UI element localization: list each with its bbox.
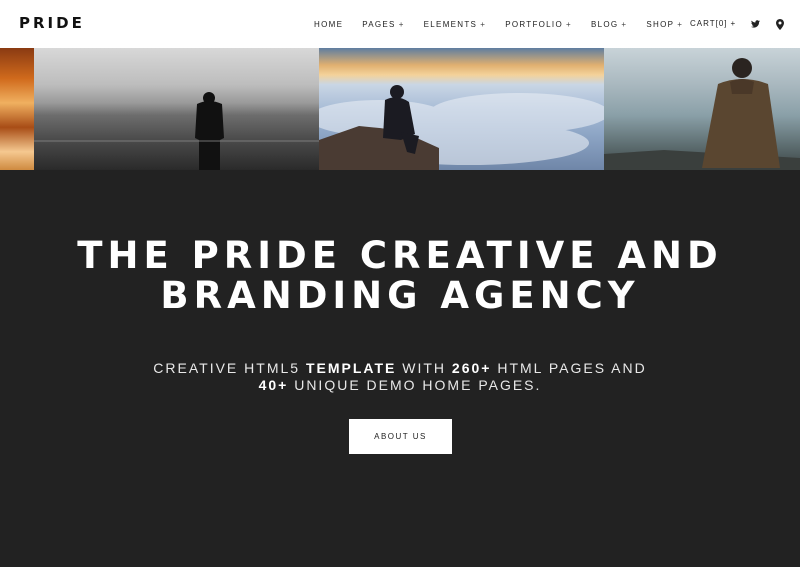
site-logo[interactable]: PRIDE	[19, 14, 85, 32]
nav-item-elements[interactable]: ELEMENTS +	[424, 20, 487, 29]
cart-label: CART[0]	[690, 19, 728, 28]
image-gallery-strip	[0, 48, 800, 170]
nav-item-blog[interactable]: BLOG +	[591, 20, 627, 29]
nav-item-label: BLOG	[590, 19, 619, 29]
hero-title-line: THE PRIDE CREATIVE AND	[77, 234, 723, 277]
hero-subtitle: CREATIVE HTML5 TEMPLATE WITH 260+ HTML P…	[0, 360, 800, 394]
subtitle-text: WITH	[396, 360, 452, 376]
subtitle-emphasis: TEMPLATE	[305, 360, 397, 376]
gallery-image-hill[interactable]	[604, 48, 800, 170]
gallery-image-sea[interactable]	[34, 48, 319, 170]
dropdown-plus-icon: +	[621, 19, 628, 29]
nav-item-portfolio[interactable]: PORTFOLIO +	[505, 20, 572, 29]
twitter-icon[interactable]	[748, 16, 762, 32]
nav-item-label: HOME	[314, 19, 344, 29]
nav-item-shop[interactable]: SHOP +	[646, 20, 683, 29]
dropdown-plus-icon: +	[565, 19, 572, 29]
subtitle-text: UNIQUE DEMO HOME PAGES.	[288, 377, 542, 393]
subtitle-emphasis: 260+	[451, 360, 492, 376]
hero-section: THE PRIDE CREATIVE AND BRANDING AGENCY C…	[0, 170, 800, 567]
hero-title-line: BRANDING AGENCY	[160, 274, 640, 317]
dropdown-plus-icon: +	[480, 19, 487, 29]
gallery-image-fire[interactable]	[0, 48, 34, 170]
nav-item-label: ELEMENTS	[423, 19, 478, 29]
nav-item-label: PORTFOLIO	[505, 19, 563, 29]
nav-item-label: PAGES	[362, 19, 396, 29]
person-in-sea-illustration	[34, 92, 319, 170]
map-marker-icon[interactable]	[773, 16, 787, 32]
nav-item-label: SHOP	[646, 19, 675, 29]
subtitle-text: HTML PAGES AND	[491, 360, 647, 376]
dropdown-plus-icon: +	[730, 19, 737, 28]
nav-item-pages[interactable]: PAGES +	[362, 20, 404, 29]
site-header: PRIDE HOME PAGES + ELEMENTS + PORTFOLIO + B…	[0, 0, 800, 48]
main-nav: HOME PAGES + ELEMENTS + PORTFOLIO + BLOG + S…	[314, 0, 702, 48]
subtitle-emphasis: 40+	[258, 377, 289, 393]
about-us-button[interactable]: ABOUT US	[349, 419, 452, 454]
dropdown-plus-icon: +	[398, 19, 405, 29]
cart-link[interactable]: CART[0] +	[690, 19, 736, 28]
hero-title: THE PRIDE CREATIVE AND BRANDING AGENCY	[0, 236, 800, 316]
gallery-image-clouds[interactable]	[319, 48, 604, 170]
person-on-hill-illustration	[604, 58, 800, 170]
dropdown-plus-icon: +	[677, 19, 684, 29]
person-above-clouds-illustration	[319, 85, 604, 170]
nav-item-home[interactable]: HOME	[314, 20, 343, 29]
subtitle-text: CREATIVE HTML5	[153, 360, 306, 376]
